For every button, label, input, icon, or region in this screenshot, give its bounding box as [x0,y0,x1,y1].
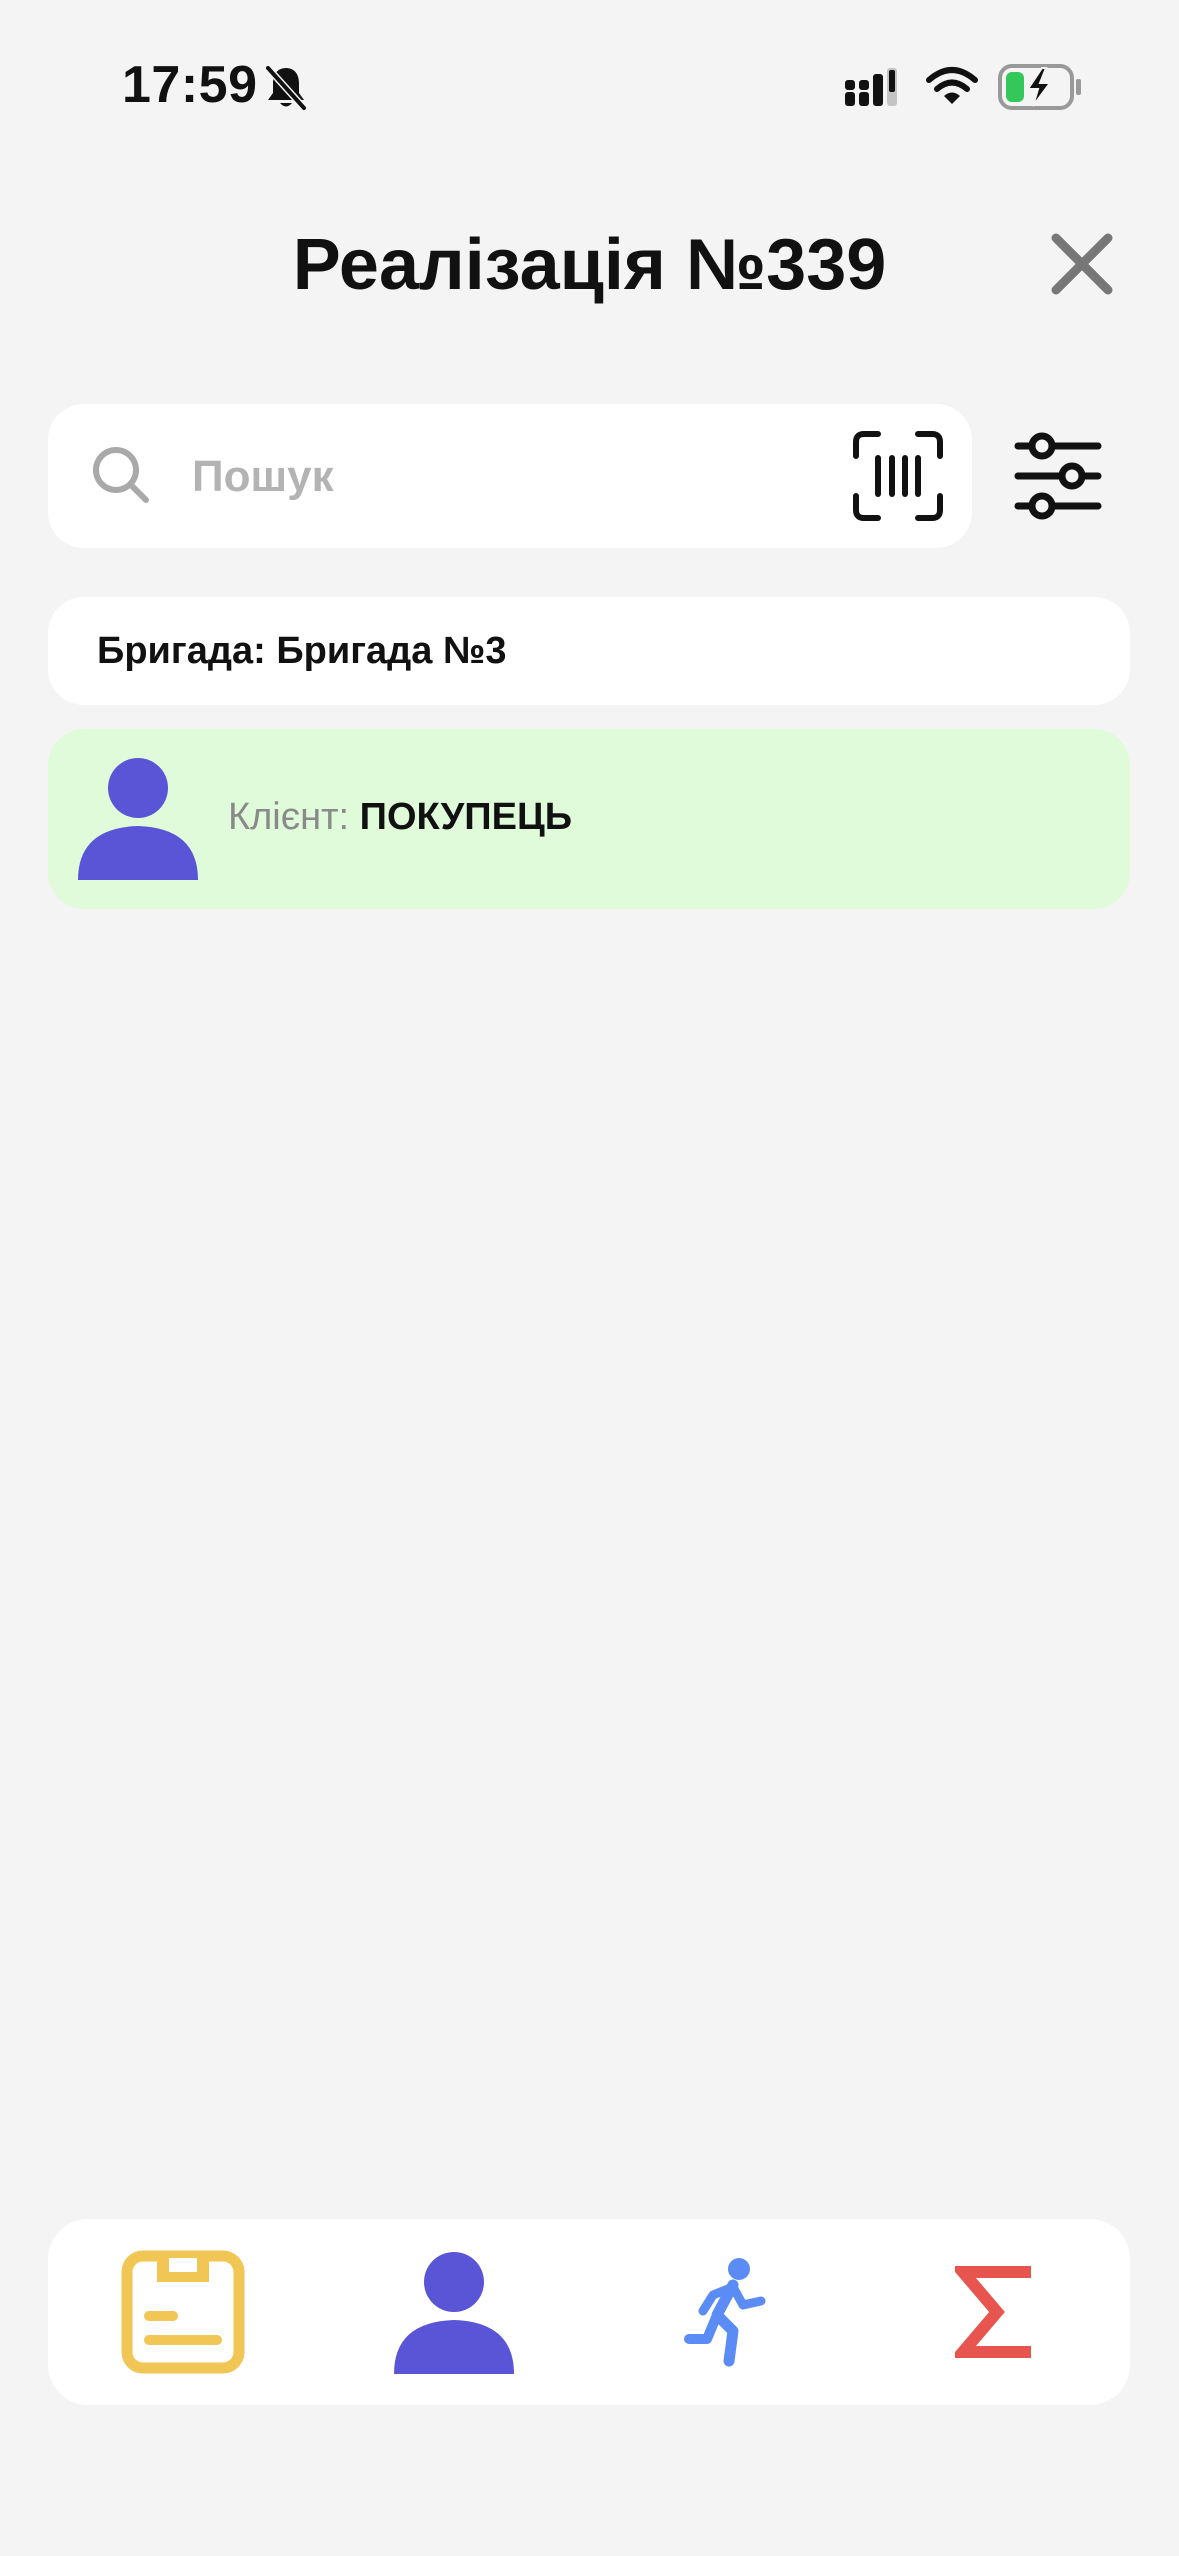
nav-save-button[interactable] [113,2242,253,2382]
filter-sliders-icon[interactable] [1014,430,1102,522]
nav-sum-button[interactable] [925,2242,1065,2382]
page-title: Реалізація №339 [292,225,887,305]
running-person-icon [684,2258,766,2367]
save-document-icon [121,2250,245,2374]
bell-slash-icon [265,65,307,111]
sigma-sum-icon [955,2266,1031,2358]
client-card[interactable] [48,729,1130,909]
nav-run-button[interactable] [655,2242,795,2382]
client-line: Клієнт: ПОКУПЕЦЬ [228,790,572,844]
barcode-scan-icon[interactable] [852,430,944,522]
status-time: 17:59 [122,56,258,114]
search-input[interactable] [190,430,834,524]
client-label: Клієнт: [228,796,360,838]
close-icon[interactable] [1046,228,1118,300]
person-icon [394,2252,514,2374]
search-icon [93,447,149,503]
battery-charging-icon [998,64,1081,110]
nav-client-button[interactable] [384,2242,524,2382]
wifi-icon [926,67,978,104]
cellular-signal-icon [845,68,897,106]
person-icon [78,758,198,880]
client-value: ПОКУПЕЦЬ [359,796,573,838]
brigade-label: Бригада: Бригада №3 [97,630,507,672]
